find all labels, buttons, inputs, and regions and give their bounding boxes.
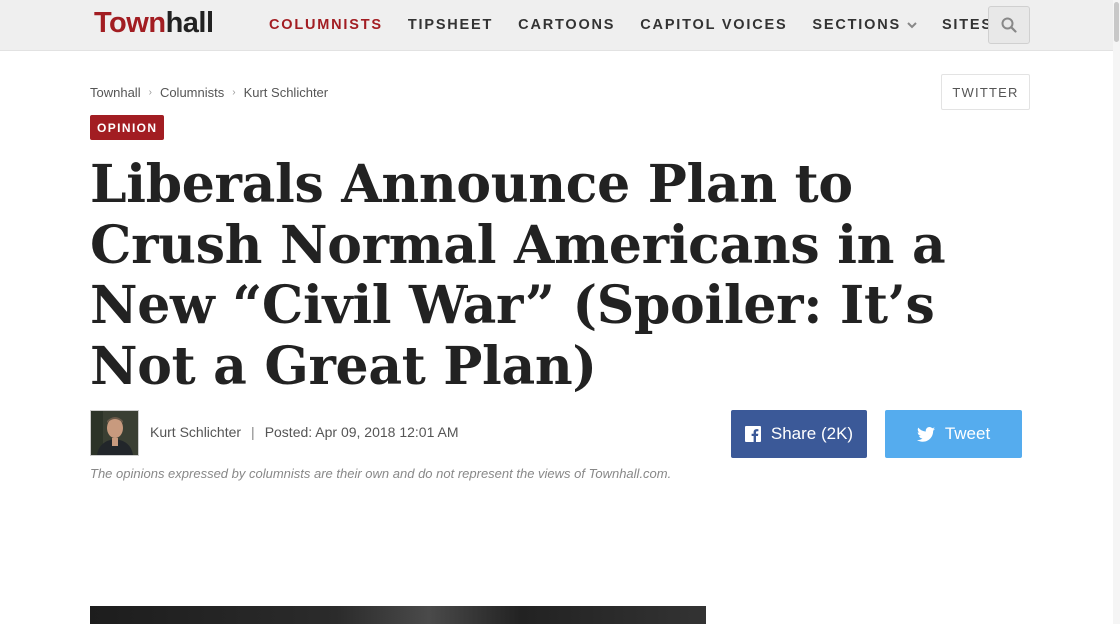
tweet-label: Tweet — [944, 424, 991, 443]
chevron-down-icon — [907, 22, 917, 29]
page-scrollbar[interactable] — [1113, 0, 1120, 624]
townhall-logo[interactable]: Townhall — [94, 7, 214, 40]
nav-columnists-label: COLUMNISTS — [269, 17, 383, 33]
twitter-follow-button[interactable]: TWITTER — [941, 74, 1030, 110]
byline-separator: | — [251, 424, 255, 440]
breadcrumb-author[interactable]: Kurt Schlichter — [244, 85, 329, 100]
opinion-disclaimer: The opinions expressed by columnists are… — [90, 466, 672, 481]
twitter-tweet-button[interactable]: Tweet — [885, 410, 1022, 458]
article-hero-image — [90, 606, 706, 624]
nav-sections-label: SECTIONS — [812, 17, 901, 33]
nav-capitol-voices[interactable]: CAPITOL VOICES — [640, 17, 787, 33]
nav-capitol-voices-label: CAPITOL VOICES — [640, 17, 788, 33]
nav-cartoons[interactable]: CARTOONS — [518, 17, 615, 33]
facebook-share-label: Share (2K) — [770, 424, 854, 443]
article-headline: Liberals Announce Plan to Crush Normal A… — [90, 154, 946, 397]
breadcrumb-columnists[interactable]: Columnists — [160, 85, 224, 100]
nav-sites-label: SITES — [941, 17, 993, 33]
nav-cartoons-label: CARTOONS — [518, 17, 616, 33]
facebook-icon — [744, 426, 761, 442]
facebook-share-button[interactable]: Share (2K) — [731, 410, 867, 458]
scrollbar-thumb[interactable] — [1114, 2, 1119, 42]
nav-tipsheet-label: TIPSHEET — [407, 17, 494, 33]
twitter-bird-icon — [916, 426, 935, 442]
breadcrumb-townhall[interactable]: Townhall — [90, 85, 141, 100]
search-button[interactable] — [988, 6, 1030, 44]
author-name[interactable]: Kurt Schlichter — [150, 424, 241, 440]
nav-columnists[interactable]: COLUMNISTS — [269, 17, 383, 33]
logo-town-text: Town — [94, 7, 166, 39]
opinion-badge[interactable]: OPINION — [90, 115, 165, 140]
posted-date: Posted: Apr 09, 2018 12:01 AM — [264, 424, 459, 440]
logo-hall-text: hall — [165, 7, 214, 39]
author-avatar[interactable] — [90, 410, 139, 456]
breadcrumb: Townhall › Columnists › Kurt Schlichter — [90, 85, 328, 100]
breadcrumb-separator: › — [232, 87, 236, 98]
search-icon — [1001, 17, 1017, 33]
top-navigation-bar: Townhall COLUMNISTS TIPSHEET CARTOONS CA… — [0, 0, 1120, 51]
breadcrumb-separator: › — [148, 87, 152, 98]
nav-tipsheet[interactable]: TIPSHEET — [408, 17, 493, 33]
author-photo — [91, 411, 138, 455]
byline: Kurt Schlichter | Posted: Apr 09, 2018 1… — [150, 424, 459, 440]
nav-sections[interactable]: SECTIONS — [812, 17, 917, 33]
main-nav: COLUMNISTS TIPSHEET CARTOONS CAPITOL VOI… — [269, 0, 1034, 50]
